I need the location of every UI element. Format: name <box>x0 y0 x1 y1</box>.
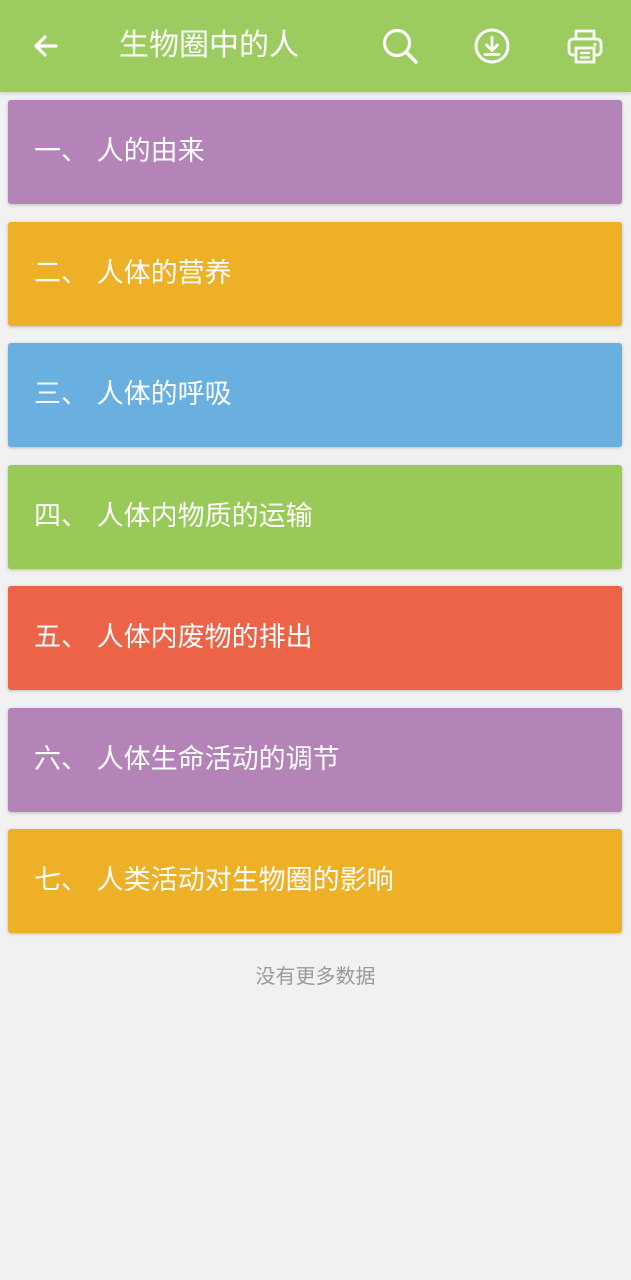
chapter-item-4[interactable]: 四、 人体内物质的运输 <box>8 464 622 569</box>
chapter-label: 一、 人的由来 <box>34 136 205 167</box>
chapter-label: 七、 人类活动对生物圈的影响 <box>34 865 394 896</box>
print-icon[interactable] <box>563 24 607 68</box>
back-arrow-icon[interactable] <box>26 26 66 66</box>
chapter-label: 六、 人体生命活动的调节 <box>34 743 340 775</box>
chapter-label: 五、 人体内废物的排出 <box>34 622 313 653</box>
chapter-label: 二、 人体的营养 <box>34 257 232 289</box>
chapter-item-2[interactable]: 二、 人体的营养 <box>8 221 622 326</box>
no-more-data-text: 没有更多数据 <box>255 964 376 988</box>
download-icon[interactable] <box>470 24 514 68</box>
chapter-list: 一、 人的由来 二、 人体的营养 三、 人体的呼吸 四、 人体内物质的运输 五、… <box>8 100 622 951</box>
chapter-item-7[interactable]: 七、 人类活动对生物圈的影响 <box>8 829 622 933</box>
chapter-label: 四、 人体内物质的运输 <box>34 500 313 532</box>
chapter-item-1[interactable]: 一、 人的由来 <box>8 100 622 204</box>
app-bar: 生物圈中的人 <box>0 0 631 92</box>
chapter-item-3[interactable]: 三、 人体的呼吸 <box>8 343 622 447</box>
chapter-item-5[interactable]: 五、 人体内废物的排出 <box>8 586 622 690</box>
chapter-label: 三、 人体的呼吸 <box>34 379 232 410</box>
chapter-item-6[interactable]: 六、 人体生命活动的调节 <box>8 707 622 812</box>
page-title: 生物圈中的人 <box>119 28 299 63</box>
search-icon[interactable] <box>378 24 422 68</box>
